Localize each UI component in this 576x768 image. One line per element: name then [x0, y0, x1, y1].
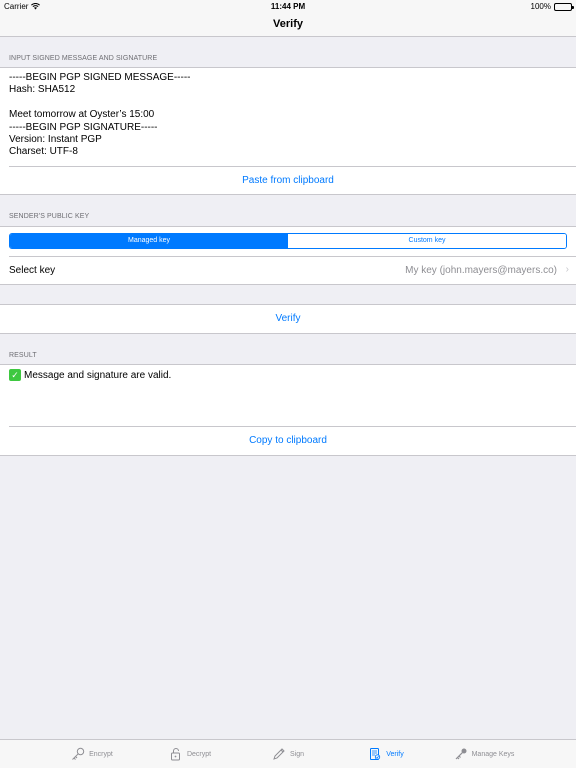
status-time: 11:44 PM: [270, 2, 306, 11]
result-card: ✓ Message and signature are valid. Copy …: [0, 364, 576, 456]
key-card: Managed key Custom key Select key My key…: [0, 226, 576, 285]
tab-decrypt-label: Decrypt: [186, 750, 212, 758]
chevron-right-icon: ›: [565, 264, 569, 275]
pencil-icon: [273, 748, 285, 760]
key-type-segmented-control: Managed key Custom key: [9, 233, 567, 249]
battery-icon: [554, 2, 574, 11]
tab-verify[interactable]: Verify: [337, 740, 435, 768]
result-text: Message and signature are valid.: [24, 369, 172, 381]
tab-encrypt[interactable]: Encrypt: [43, 740, 141, 768]
navigation-bar: Verify: [0, 14, 576, 37]
check-mark-icon: ✓: [9, 369, 21, 381]
paste-from-clipboard-button[interactable]: Paste from clipboard: [0, 175, 576, 186]
result-message: ✓ Message and signature are valid.: [9, 369, 171, 381]
key-section-header: SENDER'S PUBLIC KEY: [9, 213, 90, 220]
tab-manage-keys-label: Manage Keys: [471, 750, 515, 758]
verify-button[interactable]: Verify: [0, 313, 576, 324]
selected-key-value: My key (john.mayers@mayers.co): [405, 265, 557, 276]
tab-decrypt[interactable]: Decrypt: [141, 740, 239, 768]
copy-to-clipboard-button[interactable]: Copy to clipboard: [0, 435, 576, 446]
select-key-row[interactable]: Select key My key (john.mayers@mayers.co…: [0, 257, 576, 285]
key-icon: [72, 747, 85, 760]
result-section-header: RESULT: [9, 352, 37, 359]
input-card: -----BEGIN PGP SIGNED MESSAGE----- Hash:…: [0, 67, 576, 195]
document-verify-icon: [370, 748, 381, 760]
tab-manage-keys[interactable]: Manage Keys: [435, 740, 533, 768]
select-key-label: Select key: [9, 265, 56, 276]
input-divider: [9, 166, 576, 167]
signed-message-textarea[interactable]: -----BEGIN PGP SIGNED MESSAGE----- Hash:…: [9, 72, 191, 159]
tab-verify-label: Verify: [386, 750, 404, 758]
input-section-header: INPUT SIGNED MESSAGE AND SIGNATURE: [9, 55, 158, 62]
page-title: Verify: [273, 18, 303, 30]
tab-sign[interactable]: Sign: [239, 740, 337, 768]
tab-sign-label: Sign: [289, 750, 304, 758]
segment-managed-key[interactable]: Managed key: [10, 234, 288, 248]
battery-percent: 100%: [530, 2, 551, 11]
keys-icon: [455, 748, 467, 760]
battery-indicator: 100%: [530, 2, 574, 11]
tab-bar: Encrypt Decrypt Sign Verify Manage Keys: [0, 739, 576, 768]
segment-custom-key[interactable]: Custom key: [288, 234, 566, 248]
result-divider: [9, 426, 576, 427]
padlock-open-icon: [170, 748, 180, 761]
status-bar: Carrier 11:44 PM 100%: [0, 0, 576, 14]
tab-encrypt-label: Encrypt: [89, 750, 113, 758]
verify-card: Verify: [0, 304, 576, 334]
